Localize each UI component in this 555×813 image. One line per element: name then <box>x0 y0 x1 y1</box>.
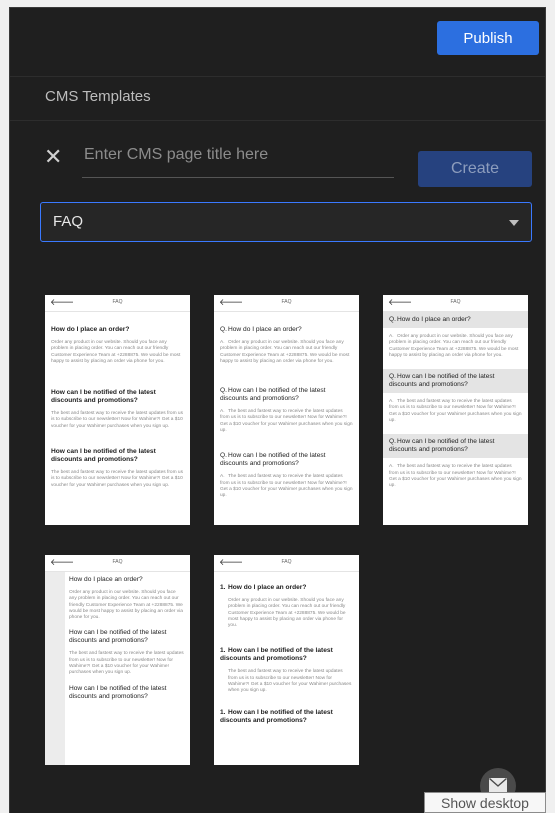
thumb-header: 🡐 FAQ <box>45 295 190 312</box>
thumb-title: FAQ <box>281 559 292 565</box>
faq-answer: The best and fastest way to receive the … <box>389 399 522 424</box>
faq-question: How can I be notified of the latest disc… <box>389 373 495 389</box>
section-title: CMS Templates <box>45 88 151 105</box>
thumb-header: 🡐 FAQ <box>214 295 359 312</box>
q-mark: Q. <box>220 387 227 395</box>
faq-question: How do I place an order? <box>397 316 471 323</box>
divider <box>10 120 545 121</box>
faq-answer: The best and fastest way to receive the … <box>69 651 184 676</box>
faq-question: How can I be notified of the latest disc… <box>51 448 156 464</box>
cms-panel: Publish CMS Templates ✕ Create FAQ 🡐FAQ … <box>10 8 545 813</box>
faq-answer: The best and fastest way to receive the … <box>389 464 522 489</box>
thumb-title: FAQ <box>112 559 123 565</box>
close-icon[interactable]: ✕ <box>44 146 62 168</box>
faq-answer: Order any product in our website. Should… <box>51 340 181 364</box>
faq-answer: The best and fastest way to receive the … <box>51 470 183 488</box>
divider <box>10 76 545 77</box>
faq-question: How do I place an order? <box>228 326 302 333</box>
q-mark: Q. <box>389 316 396 323</box>
q-mark: Q. <box>220 326 227 333</box>
template-select-value: FAQ <box>53 213 84 230</box>
template-card-3[interactable]: 🡐 FAQ Q.How do I place an order? A. Order … <box>383 295 528 525</box>
faq-question: How do I place an order? <box>69 576 143 583</box>
q-number: 1. <box>220 708 226 716</box>
q-mark: Q. <box>220 452 227 460</box>
faq-question: How can I be notified of the latest disc… <box>51 389 156 405</box>
thumb-title: FAQ <box>450 299 461 305</box>
show-desktop-tooltip: Show desktop <box>424 792 546 813</box>
thumb-title: FAQ <box>281 299 292 305</box>
faq-question: How can I be notified of the latest disc… <box>220 452 326 468</box>
faq-answer: The best and fastest way to receive the … <box>220 474 353 499</box>
faq-answer: Order any product in our website. Should… <box>220 340 350 364</box>
q-mark: Q. <box>389 438 396 446</box>
faq-question: How can I be notified of the latest disc… <box>220 647 333 663</box>
faq-answer: Order any product in our website. Should… <box>389 334 519 358</box>
thumb-header: 🡐 FAQ <box>45 555 190 572</box>
create-button[interactable]: Create <box>418 151 532 187</box>
faq-answer: Order any product in our website. Should… <box>228 598 346 629</box>
faq-question: How can I be notified of the latest disc… <box>220 387 326 403</box>
faq-answer: Order any product in our website. Should… <box>69 590 183 621</box>
top-bar: Publish <box>10 8 545 76</box>
template-select[interactable]: FAQ <box>40 202 532 242</box>
publish-button[interactable]: Publish <box>437 21 539 55</box>
template-card-5[interactable]: 🡐 FAQ 1. How do I place an order? Order an… <box>214 555 359 765</box>
q-number: 1. <box>220 647 226 655</box>
template-card-4[interactable]: 🡐 FAQ How do I place an order? Order any … <box>45 555 190 765</box>
chevron-down-icon <box>509 220 519 226</box>
template-card-2[interactable]: 🡐 FAQ Q.How do I place an order? A. Order … <box>214 295 359 525</box>
thumb-title: FAQ <box>112 299 123 305</box>
faq-answer: The best and fastest way to receive the … <box>51 411 183 429</box>
faq-question: How can I be notified of the latest disc… <box>69 629 167 645</box>
faq-answer: The best and fastest way to receive the … <box>220 409 353 434</box>
q-mark: Q. <box>389 373 396 381</box>
cms-title-input[interactable] <box>82 142 394 178</box>
faq-question: How can I be notified of the latest disc… <box>389 438 495 454</box>
template-card-1[interactable]: 🡐 FAQ How do I place an order? Order any … <box>45 295 190 525</box>
faq-question: How can I be notified of the latest disc… <box>220 708 333 724</box>
thumb-header: 🡐 FAQ <box>383 295 528 312</box>
faq-question: How can I be notified of the latest disc… <box>69 684 167 700</box>
q-number: 1. <box>220 584 226 591</box>
faq-question: How do I place an order? <box>228 584 307 591</box>
faq-question: How do I place an order? <box>51 326 130 333</box>
faq-answer: The best and fastest way to receive the … <box>228 669 352 694</box>
thumb-header: 🡐 FAQ <box>214 555 359 572</box>
